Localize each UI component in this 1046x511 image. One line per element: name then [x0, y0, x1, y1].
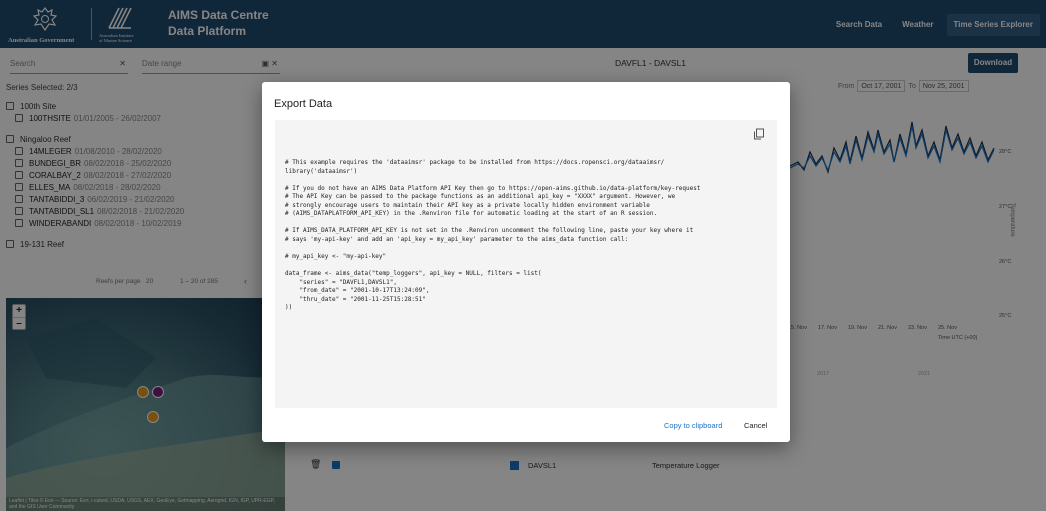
code-line: # (AIMS_DATAPLATFORM_API_KEY) in the .Re… — [285, 210, 658, 218]
code-line: "from_date" = "2001-10-17T13:24:09", — [285, 287, 430, 295]
cancel-button[interactable]: Cancel — [744, 421, 767, 430]
copy-icon[interactable] — [753, 128, 765, 140]
dialog-title: Export Data — [274, 98, 333, 110]
export-data-dialog: Export Data # This example requires the … — [262, 82, 790, 442]
code-line: # says 'my-api-key' and add an 'api_key … — [285, 235, 629, 243]
copy-to-clipboard-button[interactable]: Copy to clipboard — [664, 421, 722, 430]
code-line: # This example requires the 'dataaimsr' … — [285, 159, 665, 166]
code-line: data_frame <- aims_data("temp_loggers", … — [285, 270, 542, 278]
code-line: "series" = "DAVFL1,DAVSL1", — [285, 278, 397, 286]
code-block: # This example requires the 'dataaimsr' … — [275, 120, 777, 408]
code-line: "thru_date" = "2001-11-25T15:28:51" — [285, 295, 426, 303]
code-line: library('dataaimsr') — [285, 167, 358, 175]
code-line: # my_api_key <- "my-api-key" — [285, 253, 387, 261]
code-line: )) — [285, 304, 293, 312]
code-line: # strongly encourage users to maintain t… — [285, 201, 650, 209]
code-line: # If AIMS_DATA_PLATFORM_API_KEY is not s… — [285, 227, 694, 235]
code-line: # If you do not have an AIMS Data Platfo… — [285, 184, 701, 192]
code-text: # This example requires the 'dataaimsr' … — [285, 159, 775, 313]
code-line: # The API Key can be passed to the packa… — [285, 193, 676, 201]
